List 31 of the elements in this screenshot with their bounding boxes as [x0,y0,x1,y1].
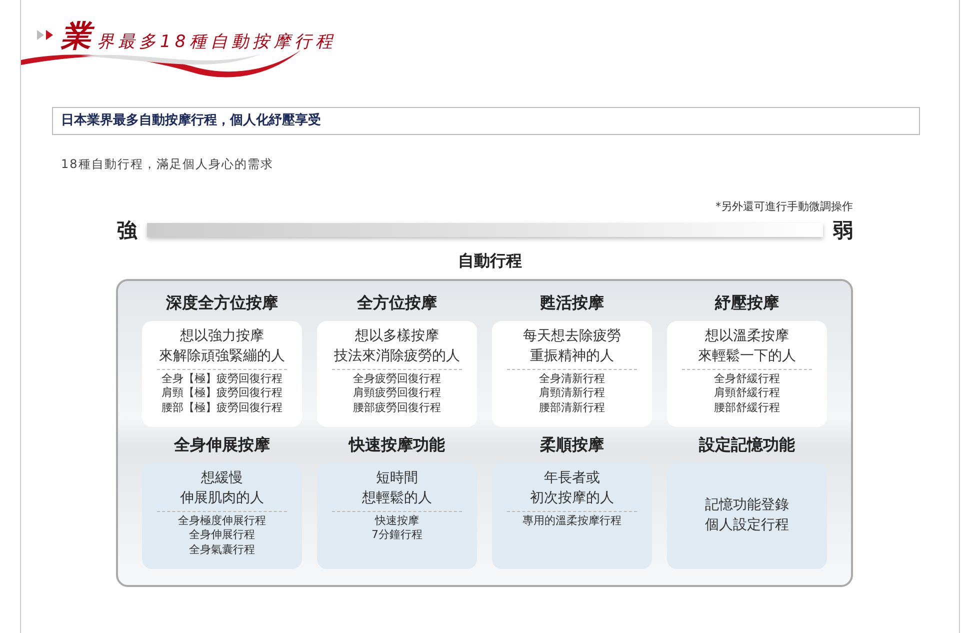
course-title: 紓壓按摩 [714,292,780,314]
course-description: 記憶功能登錄 個人設定行程 [705,496,789,535]
program-list: 快速按摩 7分鐘行程 [372,514,422,543]
course-title: 甦活按摩 [539,292,605,314]
program-list: 全身【極】疲勞回復行程 肩頸【極】疲勞回復行程 腰部【極】疲勞回復行程 [162,372,282,416]
course-description: 短時間 想輕鬆的人 [362,469,432,508]
program-list: 全身舒緩行程 肩頸舒緩行程 腰部舒緩行程 [714,372,780,416]
course-description: 想以多樣按摩 技法來消除疲勞的人 [334,327,460,366]
arrows-icon [37,30,55,40]
course-title: 快速按摩功能 [347,434,446,456]
course-title: 全方位按摩 [356,292,438,314]
course-description: 年長者或 初次按摩的人 [530,469,614,508]
note-text: *另外還可進行手動微調操作 [714,198,853,214]
weak-label: 弱 [833,217,853,244]
program-list: 專用的溫柔按摩行程 [522,514,622,528]
course-title: 深度全方位按摩 [165,292,279,314]
program-list: 全身極度伸展行程 全身伸展行程 全身氣囊行程 [178,514,266,558]
course-title: 柔順按摩 [539,434,605,456]
intro-text: 18種自動行程，滿足個人身心的需求 [61,156,274,172]
scale-caption: 自動行程 [457,250,523,272]
course-title: 設定記憶功能 [698,434,796,456]
course-description: 每天想去除疲勞 重振精神的人 [523,327,621,366]
course-description: 想以強力按摩 來解除頑強緊繃的人 [159,327,285,366]
course-title: 全身伸展按摩 [172,434,271,456]
course-description: 想以溫柔按摩 來輕鬆一下的人 [698,327,796,366]
course-description: 想緩慢 伸展肌肉的人 [180,469,264,508]
program-list: 全身清新行程 肩頸清新行程 腰部清新行程 [539,372,605,416]
subtitle-box: 日本業界最多自動按摩行程，個人化紓壓享受 [52,107,920,134]
header-title: 界最多18種自動按摩行程 [97,32,337,52]
program-list: 全身疲勞回復行程 肩頸疲勞回復行程 腰部疲勞回復行程 [353,372,441,416]
strong-label: 強 [117,217,137,244]
